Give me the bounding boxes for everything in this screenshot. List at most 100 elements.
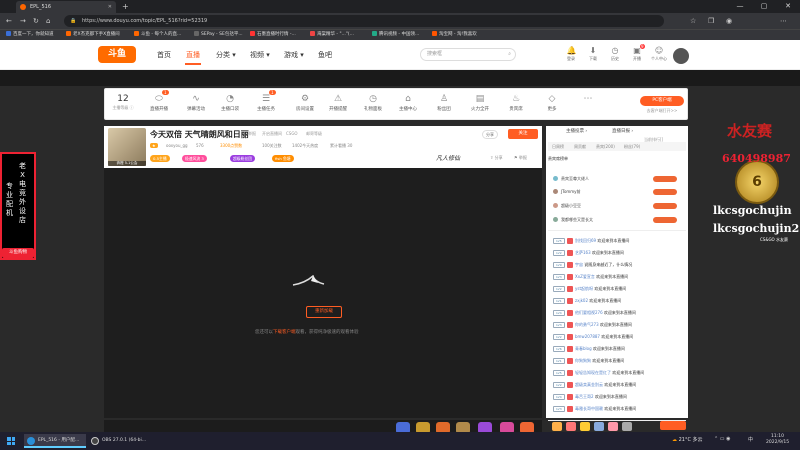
share-icon[interactable]: ⇪ 分享 [490, 155, 503, 161]
chat-message[interactable]: LV5 轻轻告知现在是红了 欢迎来到本直播间 [553, 368, 685, 378]
chat-username[interactable]: 轻轻告知现在是红了 [575, 370, 611, 375]
chat-message[interactable]: LV2 艺萨163 欢迎来到本直播间 [553, 248, 685, 258]
room-avatar[interactable]: 奔橙 5-1公会 [108, 128, 146, 166]
tool-center[interactable]: ⌂ 主播中心 [392, 94, 424, 112]
tool-danmu[interactable]: ∿ 弹幕活动 [180, 94, 212, 112]
url-input[interactable]: 🔒 https://www.douyu.com/topic/EPL_516?ri… [64, 15, 664, 27]
reload-icon[interactable]: ↻ [33, 13, 39, 29]
nav-video[interactable]: 视频 ▾ [250, 47, 270, 63]
tool-settings[interactable]: ⚙ 房间设置 [289, 94, 321, 112]
tool-fans[interactable]: ♙ 粉丝团 [428, 94, 460, 112]
share-button[interactable]: 分享 [482, 130, 498, 139]
chat-username[interactable]: zxjk02 [575, 298, 588, 303]
chat-username[interactable]: 宇宙 [575, 262, 584, 267]
gift-icon[interactable] [580, 422, 590, 431]
tool-fire[interactable]: ▤ 火力全开 [464, 94, 496, 112]
chat-message[interactable]: LV5 别找回归69 欢迎来到本直播间 [553, 236, 685, 246]
nav-category[interactable]: 分类 ▾ [216, 47, 236, 63]
chat-message[interactable]: LV3 毒雅长哥中国赖 欢迎来到本直播间 [553, 404, 685, 414]
download-client-link[interactable]: 下载客户端 [273, 330, 296, 335]
video-player[interactable] [104, 168, 542, 418]
room-tag[interactable]: 超级粉丝团 [230, 155, 255, 162]
search-input[interactable]: 搜索框 ⌕ [420, 48, 516, 61]
chat-message[interactable]: LV2 超级卖真金别云 欢迎来到本直播间 [553, 380, 685, 390]
close-tab-icon[interactable]: ✕ [108, 1, 112, 13]
chat-message[interactable]: LV6 青春blog 欢迎来到本直播间 [553, 344, 685, 354]
nav-yuba[interactable]: 鱼吧 [318, 47, 332, 63]
rank-tab[interactable]: 粉丝(79) [624, 144, 640, 150]
chat-username[interactable]: 毒舌王哥2 [575, 394, 594, 399]
nav-games[interactable]: 游戏 ▾ [284, 47, 304, 63]
bookmark-item[interactable]: 斗鱼 - 每个人的直... [134, 29, 181, 40]
user-avatar[interactable] [673, 48, 689, 64]
gift-icon[interactable] [566, 422, 576, 431]
browser-tab[interactable]: EPL_516 ✕ [16, 1, 116, 13]
chat-message[interactable]: LV1 zxjk02 欢迎来到本直播间 [553, 296, 685, 306]
ime-indicator[interactable]: 中 [748, 436, 753, 443]
tool-vip[interactable]: ♨ 贵宾席 [500, 94, 532, 112]
tool-gift[interactable]: ◷ 礼物面板 [357, 94, 389, 112]
back-icon[interactable]: ← [6, 13, 12, 29]
room-meta[interactable]: CSGO [286, 131, 298, 136]
tray-icons[interactable]: ⌃ ▭ ◉ [714, 436, 730, 442]
gift-icon[interactable] [594, 422, 604, 431]
douyu-logo[interactable]: 斗鱼 [98, 46, 136, 63]
chat-username[interactable]: XxZ爱宣言 [575, 274, 595, 279]
chat-username[interactable]: 别找回归69 [575, 238, 596, 243]
chat-username[interactable]: bmw207887 [575, 334, 600, 339]
rank-tab[interactable]: 贵宾(200) [596, 144, 615, 150]
header-icon-history[interactable]: ◷ 历史 [604, 46, 626, 62]
room-meta[interactable]: 举报 [248, 131, 256, 137]
chat-message[interactable]: LV2 bmw207887 欢迎来到本直播间 [553, 332, 685, 342]
new-tab-button[interactable]: + [122, 0, 129, 13]
chat-username[interactable]: 你狗狗狗 [575, 358, 591, 363]
windows-start-icon[interactable] [7, 437, 15, 445]
search-icon[interactable]: ⌕ [508, 49, 511, 60]
rank-tab[interactable]: 日周榜 [552, 144, 564, 150]
chat-username[interactable]: 毒雅长哥中国赖 [575, 406, 603, 411]
streamer-name[interactable]: ooxyou_gg [166, 143, 188, 148]
chat-username[interactable]: 艺萨163 [575, 250, 591, 255]
send-button[interactable] [660, 421, 686, 430]
bookmark-item[interactable]: 百度一下，你就知道 [6, 29, 54, 40]
room-meta[interactable]: 邮寄等级 [306, 131, 322, 137]
tool-task[interactable]: ☰ 主播任务 1 [250, 90, 282, 112]
shop-button[interactable]: 斗鱼购物 [2, 248, 34, 258]
clock[interactable]: 11:10 2022/9/15 [766, 434, 789, 446]
tool-pocket[interactable]: ◔ 主播口袋 [214, 94, 246, 112]
room-tag[interactable]: 0.5主播 [150, 155, 170, 162]
close-window-button[interactable]: ✕ [776, 0, 800, 13]
emoji-icon[interactable] [552, 422, 562, 431]
follow-button[interactable]: 关注 [508, 129, 538, 139]
chat-username[interactable]: 超级卖真金别云 [575, 382, 603, 387]
room-tag[interactable]: fish 鱼塘 [272, 155, 294, 162]
pc-client-link[interactable]: 去客户端打开>> [640, 108, 684, 114]
tool-more[interactable]: ◇ 更多 [536, 94, 568, 112]
report-icon[interactable]: ⚑ 举报 [514, 155, 527, 161]
pc-client-button[interactable]: PC客户端 [640, 96, 684, 106]
star-icon[interactable]: ☆ [690, 13, 696, 29]
tool-more-dots[interactable]: ⋯ [572, 94, 604, 106]
bookmark-item[interactable]: 淘宝网 - 淘!我喜欢 [432, 29, 477, 40]
forward-icon[interactable]: → [20, 13, 26, 29]
chat-message[interactable]: LV4 他们要相视276 欢迎来到本直播间 [553, 308, 685, 318]
noble-row[interactable]: 我都哪些又是长太 [553, 216, 687, 225]
weather[interactable]: ☁ 21°C 多云 [672, 436, 703, 443]
nav-live[interactable]: 直播 [186, 47, 200, 63]
gift-icon[interactable] [622, 422, 632, 431]
tool-live-start[interactable]: ⬭ 直播开播 1 [143, 90, 175, 112]
nav-home[interactable]: 首页 [157, 47, 171, 63]
tool-remind[interactable]: ⚠ 开播提醒 [322, 94, 354, 112]
chat-username[interactable]: 青春blog [575, 346, 592, 351]
noble-row[interactable]: 贵宾至尊大佬人 [553, 175, 687, 184]
header-icon-download[interactable]: ⬇ 下载 [582, 46, 604, 62]
reload-button[interactable]: 重新加载 [306, 306, 342, 318]
bookmark-item[interactable]: 腾讯视频 - 中国领... [372, 29, 419, 40]
gift-icon[interactable] [608, 422, 618, 431]
minimize-button[interactable]: — [728, 0, 752, 13]
header-icon-start[interactable]: ▣ 开播 9 [626, 44, 648, 62]
taskbar-obs[interactable]: OBS 27.0.1 (64-bi... [88, 434, 154, 448]
menu-icon[interactable]: ⋯ [780, 13, 787, 29]
chat-message[interactable]: LV1 你狗狗狗 欢迎来到本直播间 [553, 356, 685, 366]
chat-message[interactable]: LV4 毒舌王哥2 欢迎来到本直播间 [553, 392, 685, 402]
